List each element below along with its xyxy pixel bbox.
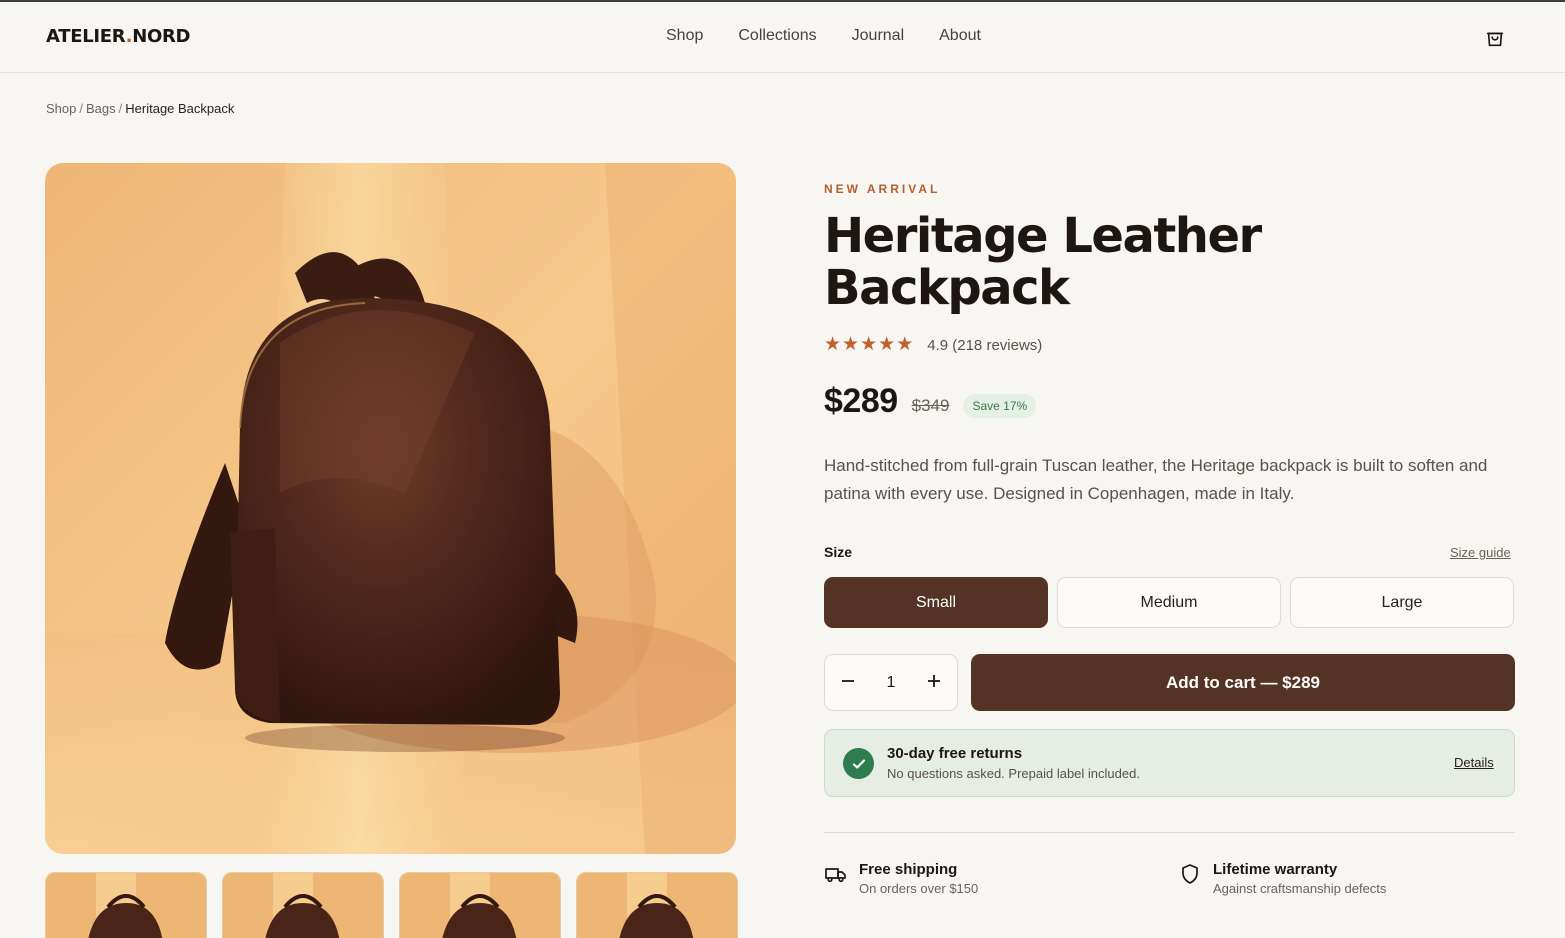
breadcrumb-separator: /	[118, 101, 123, 116]
size-guide-link[interactable]: Size guide	[1450, 545, 1511, 560]
cart-button[interactable]	[1482, 24, 1508, 52]
shopping-bag-icon	[1486, 32, 1504, 47]
returns-banner: 30-day free returns No questions asked. …	[824, 729, 1515, 797]
product-main-image[interactable]	[45, 163, 736, 854]
current-price: $289	[824, 382, 898, 420]
backpack-photo	[45, 163, 736, 854]
thumbnail-4[interactable]	[576, 872, 738, 938]
breadcrumb-separator: /	[79, 101, 83, 116]
size-medium-button[interactable]: Medium	[1057, 577, 1281, 628]
star-icon: ★	[842, 334, 860, 355]
original-price: $349	[911, 395, 950, 415]
thumbnail-2[interactable]	[222, 872, 384, 938]
perk-title: Free shipping	[859, 861, 958, 878]
check-icon	[843, 748, 874, 779]
product-description: Hand-stitched from full-grain Tuscan lea…	[824, 456, 1488, 503]
returns-subtitle: No questions asked. Prepaid label includ…	[887, 766, 1140, 781]
logo-text-end: NORD	[132, 26, 191, 47]
star-icon: ★	[860, 334, 878, 355]
rating-text: 4.9 (218 reviews)	[927, 336, 1043, 354]
logo-text: ATELIER	[46, 26, 126, 47]
plus-icon	[928, 675, 940, 687]
add-to-cart-button[interactable]: Add to cart — $289	[971, 654, 1515, 711]
breadcrumb-bags[interactable]: Bags	[86, 101, 116, 116]
returns-details-link[interactable]: Details	[1454, 755, 1494, 770]
star-icon: ★	[878, 334, 896, 355]
thumbnail-3[interactable]	[399, 872, 561, 938]
product-title: Heritage Leather Backpack	[824, 208, 1262, 316]
new-arrival-label: NEW ARRIVAL	[824, 182, 941, 196]
size-large-button[interactable]: Large	[1290, 577, 1514, 628]
price-row: $289 $349 Save 17%	[824, 382, 1037, 421]
star-icon: ★	[824, 334, 842, 355]
size-selector: Small Medium Large	[824, 577, 1514, 628]
perk-subtitle: Against craftsmanship defects	[1213, 881, 1387, 896]
truck-icon	[825, 868, 846, 883]
size-small-button[interactable]: Small	[824, 577, 1048, 628]
main-nav: Shop Collections Journal About	[666, 27, 1016, 45]
quantity-value[interactable]: 1	[887, 674, 896, 692]
shield-icon	[1182, 864, 1198, 884]
discount-badge: Save 17%	[963, 393, 1037, 418]
breadcrumb-current: Heritage Backpack	[125, 101, 235, 116]
increase-quantity-button[interactable]	[925, 671, 943, 694]
decrease-quantity-button[interactable]	[839, 671, 857, 694]
perk-free-shipping: Free shipping On orders over $150	[824, 860, 978, 898]
breadcrumb-shop[interactable]: Shop	[46, 101, 76, 116]
breadcrumb: Shop / Bags / Heritage Backpack	[46, 101, 234, 116]
returns-title: 30-day free returns	[887, 745, 1023, 762]
thumbnail-strip	[45, 872, 738, 938]
perk-lifetime-warranty: Lifetime warranty Against craftsmanship …	[1178, 860, 1386, 898]
nav-collections[interactable]: Collections	[738, 27, 816, 45]
perk-title: Lifetime warranty	[1213, 861, 1338, 878]
site-header: ATELIER.NORD Shop Collections Journal Ab…	[0, 2, 1565, 73]
nav-about[interactable]: About	[939, 27, 981, 45]
nav-shop[interactable]: Shop	[666, 27, 703, 45]
minus-icon	[842, 680, 854, 682]
star-icon: ★	[896, 334, 914, 355]
size-label: Size	[824, 544, 853, 560]
rating-stars: ★ ★ ★ ★ ★	[824, 334, 914, 355]
nav-journal[interactable]: Journal	[852, 27, 904, 45]
logo[interactable]: ATELIER.NORD	[46, 26, 190, 47]
divider	[824, 832, 1515, 833]
perk-subtitle: On orders over $150	[859, 881, 979, 896]
product-rating[interactable]: ★ ★ ★ ★ ★ 4.9 (218 reviews)	[824, 334, 1043, 355]
quantity-stepper: 1	[824, 654, 958, 711]
thumbnail-1[interactable]	[45, 872, 207, 938]
